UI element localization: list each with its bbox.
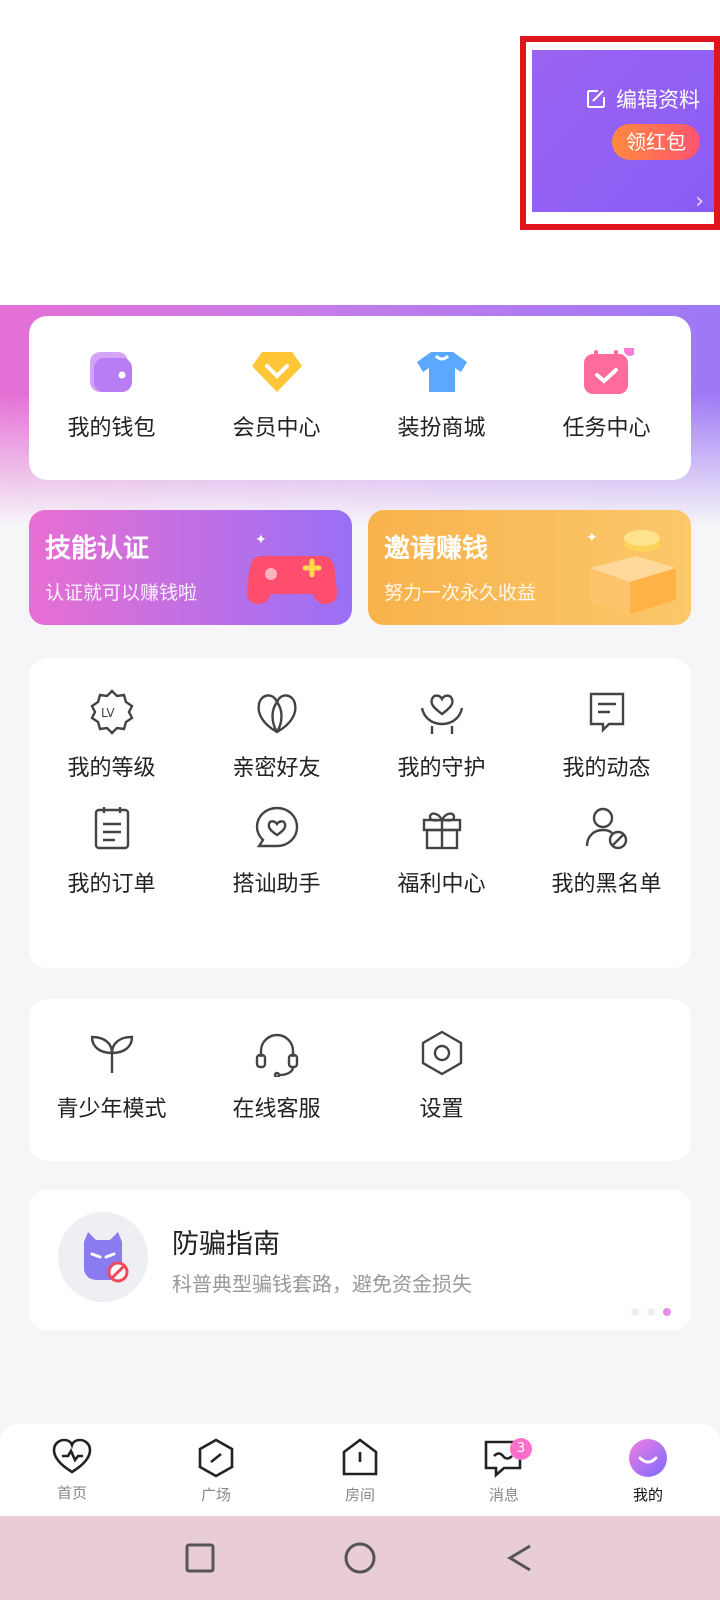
recent-apps-icon[interactable] (184, 1542, 216, 1574)
setting-label: 青少年模式 (56, 1097, 167, 1122)
feature-label: 福利中心 (397, 872, 486, 897)
fraud-title: 防骗指南 (172, 1229, 280, 1260)
setting-label: 在线客服 (232, 1097, 321, 1122)
quick-menu-label: 我的钱包 (67, 416, 156, 441)
nav-label: 消息 (488, 1486, 519, 1504)
promo-title: 邀请赚钱 (384, 534, 489, 564)
fraud-devil-icon (58, 1212, 148, 1302)
svg-text:✦: ✦ (586, 530, 598, 546)
intimate-friend-icon (256, 694, 297, 734)
feature-label: 我的黑名单 (551, 872, 662, 897)
skill-cert-banner[interactable]: 技能认证 认证就可以赚钱啦 ✦ (29, 510, 352, 625)
carousel-indicator (631, 1308, 671, 1316)
feature-label: 搭讪助手 (232, 872, 321, 897)
feature-welfare[interactable]: 福利中心 (359, 804, 524, 898)
tshirt-icon (416, 352, 467, 392)
nav-label: 我的 (632, 1486, 663, 1504)
feature-my-posts[interactable]: 我的动态 (524, 688, 689, 782)
feature-guardian[interactable]: 我的守护 (359, 688, 524, 782)
feature-label: 我的动态 (562, 756, 651, 781)
wallet-icon (89, 352, 132, 392)
anti-fraud-card[interactable]: 防骗指南 科普典型骗钱套路，避免资金损失 (29, 1190, 691, 1330)
nav-label: 房间 (344, 1486, 375, 1504)
headset-icon (255, 1033, 298, 1077)
profile-header: 编辑资料 领红包 › (0, 0, 720, 305)
edit-profile-label: 编辑资料 (616, 88, 700, 112)
nav-tab-home[interactable]: 首页 (0, 1424, 144, 1516)
feature-blacklist[interactable]: 我的黑名单 (524, 804, 689, 898)
fraud-subtitle: 科普典型骗钱套路，避免资金损失 (172, 1272, 472, 1296)
red-packet-button[interactable]: 领红包 (612, 124, 700, 160)
home-circle-icon[interactable] (343, 1541, 377, 1575)
quick-menu-label: 会员中心 (232, 416, 321, 441)
coin-box-icon: ✦ (586, 530, 676, 614)
compass-hex-icon (198, 1438, 234, 1478)
feature-label: 我的守护 (397, 756, 486, 781)
nav-tab-messages[interactable]: 3 消息 (432, 1424, 576, 1516)
feed-note-icon (589, 692, 624, 733)
chat-heart-icon (255, 806, 298, 848)
back-triangle-icon[interactable] (504, 1542, 536, 1574)
feature-label: 亲密好友 (232, 756, 321, 781)
heartbeat-icon (52, 1438, 92, 1474)
feature-my-orders[interactable]: 我的订单 (29, 804, 194, 898)
order-list-icon (94, 807, 129, 850)
nav-label: 首页 (56, 1484, 87, 1502)
nav-tab-mine[interactable]: 我的 (576, 1424, 720, 1516)
carousel-dot (631, 1308, 639, 1316)
svg-text:✦: ✦ (255, 532, 267, 548)
feature-chat-helper[interactable]: 搭讪助手 (194, 804, 359, 898)
chevron-right-icon[interactable]: › (695, 189, 704, 214)
quick-menu-tasks[interactable]: 任务中心 (524, 316, 689, 442)
quick-menu-dressup[interactable]: 装扮商城 (359, 316, 524, 442)
vip-diamond-icon (251, 352, 302, 392)
settings-card: 青少年模式 在线客服 设置 (29, 999, 691, 1161)
guardian-heart-icon (420, 694, 463, 734)
promo-title: 技能认证 (45, 534, 150, 564)
quick-menu-vip[interactable]: 会员中心 (194, 316, 359, 442)
gamepad-icon: ✦ (247, 532, 337, 604)
quick-menu-card: 我的钱包 会员中心 装扮商城 任务中心 (29, 316, 691, 480)
invite-earn-banner[interactable]: 邀请赚钱 努力一次永久收益 ✦ (368, 510, 691, 625)
setting-settings[interactable]: 设置 (359, 1029, 524, 1123)
bottom-nav: 首页 广场 房间 3 消息 我的 (0, 1424, 720, 1516)
settings-hexagon-icon (421, 1030, 462, 1076)
nav-label: 广场 (200, 1486, 231, 1504)
room-house-icon (342, 1438, 378, 1476)
carousel-dot (647, 1308, 655, 1316)
promo-subtitle: 认证就可以赚钱啦 (45, 582, 198, 604)
edit-profile-button[interactable]: 编辑资料 (584, 84, 700, 114)
gift-icon (422, 812, 461, 850)
system-nav-bar (0, 1516, 720, 1600)
sprout-icon (90, 1035, 133, 1073)
feature-my-level[interactable]: LV 我的等级 (29, 688, 194, 782)
edit-icon (587, 90, 605, 108)
promo-subtitle: 努力一次永久收益 (384, 582, 537, 604)
nav-tab-plaza[interactable]: 广场 (144, 1424, 288, 1516)
feature-label: 我的等级 (67, 756, 156, 781)
quick-menu-label: 任务中心 (562, 416, 651, 441)
feature-label: 我的订单 (67, 872, 156, 897)
profile-card-panel[interactable]: 编辑资料 领红包 › (532, 50, 714, 214)
level-badge-icon: LV (89, 689, 134, 735)
svg-text:LV: LV (101, 706, 115, 720)
setting-customer-service[interactable]: 在线客服 (194, 1029, 359, 1123)
quick-menu-label: 装扮商城 (397, 416, 486, 441)
setting-label: 设置 (419, 1097, 464, 1122)
quick-menu-wallet[interactable]: 我的钱包 (29, 316, 194, 442)
calendar-check-icon (583, 348, 634, 394)
message-badge: 3 (510, 1438, 532, 1460)
avatar-icon (629, 1439, 667, 1477)
feature-intimate-friend[interactable]: 亲密好友 (194, 688, 359, 782)
setting-teen-mode[interactable]: 青少年模式 (29, 1029, 194, 1123)
profile-card-highlight[interactable]: 编辑资料 领红包 › (520, 36, 720, 230)
blocked-user-icon (585, 807, 627, 850)
nav-tab-room[interactable]: 房间 (288, 1424, 432, 1516)
carousel-dot-active (663, 1308, 671, 1316)
feature-grid-card: LV 我的等级 亲密好友 我的守护 我的动态 我的订单 搭讪助手 福利中心 我的… (29, 658, 691, 968)
